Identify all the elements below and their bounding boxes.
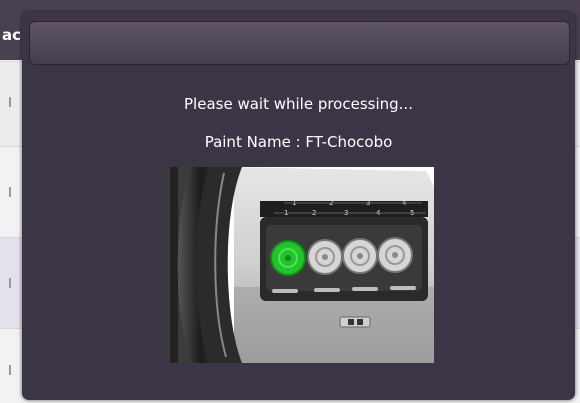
paint-machine-illustration: 1 2 3 4 1 2 3 4 5 <box>164 167 434 363</box>
processing-message: Please wait while processing... <box>184 95 413 113</box>
paint-slot-1-active <box>270 240 306 276</box>
paint-machine-svg: 1 2 3 4 1 2 3 4 5 <box>164 167 434 363</box>
processing-dialog: Please wait while processing... Paint Na… <box>22 12 575 400</box>
paint-slot-2 <box>307 239 343 275</box>
background-header-text: ac <box>2 26 22 44</box>
row-marker <box>9 278 11 288</box>
row-marker <box>9 187 11 197</box>
paint-name-label: Paint Name : FT-Chocobo <box>204 133 393 151</box>
row-marker <box>9 97 11 107</box>
paint-slot-4 <box>377 237 413 273</box>
row-marker <box>9 365 11 375</box>
dialog-title-bar <box>29 21 570 65</box>
paint-slot-3 <box>342 238 378 274</box>
